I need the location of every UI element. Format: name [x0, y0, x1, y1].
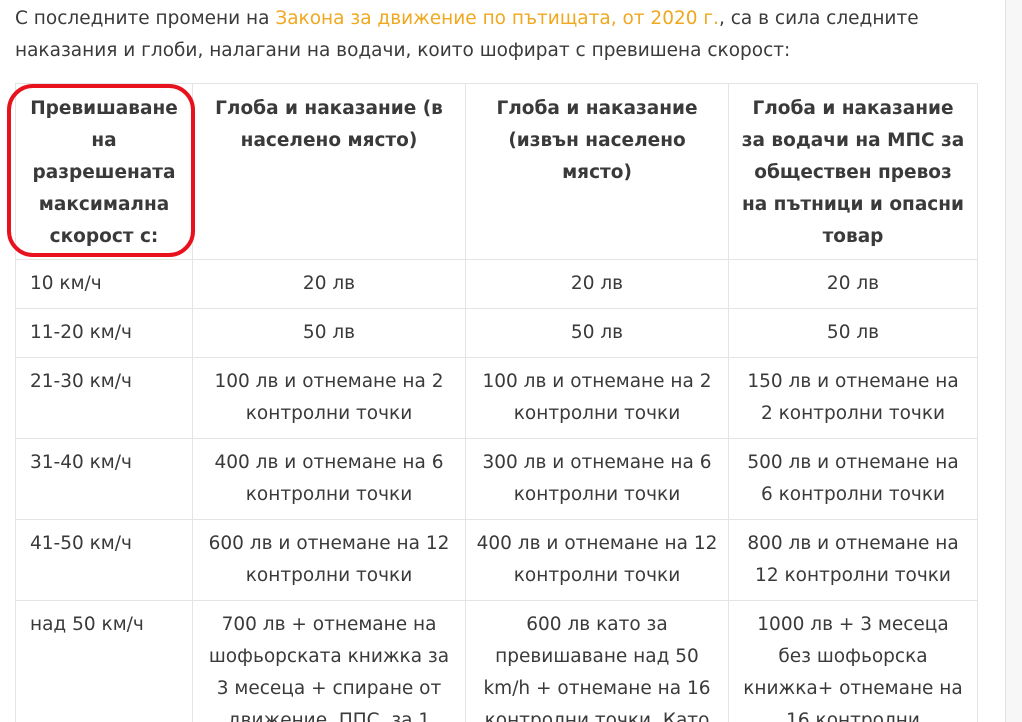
cell-rural: 20 лв	[465, 259, 729, 309]
table-row: 11-20 км/ч 50 лв 50 лв 50 лв	[15, 308, 978, 358]
page-scrollbar[interactable]	[1005, 0, 1022, 722]
header-urban-fine: Глоба и наказание (в населено място)	[192, 83, 466, 260]
cell-urban: 100 лв и отнемане на 2 контролни точки	[192, 357, 466, 439]
cell-speed: 21-30 км/ч	[15, 357, 193, 439]
cell-public: 1000 лв + 3 месеца без шофьорска книжка+…	[728, 600, 978, 722]
cell-rural: 100 лв и отнемане на 2 контролни точки	[465, 357, 729, 439]
cell-rural: 300 лв и отнемане на 6 контролни точки	[465, 438, 729, 520]
cell-public: 20 лв	[728, 259, 978, 309]
header-rural-fine: Глоба и наказание (извън населено място)	[465, 83, 729, 260]
cell-urban: 400 лв и отнемане на 6 контролни точки	[192, 438, 466, 520]
cell-public: 500 лв и отнемане на 6 контролни точки	[728, 438, 978, 520]
speeding-fines-table: Превишаване на разрешената максимална ск…	[15, 83, 978, 722]
cell-urban: 50 лв	[192, 308, 466, 358]
table-header-row: Превишаване на разрешената максимална ск…	[15, 83, 978, 260]
table-row: над 50 км/ч 700 лв + отнемане на шофьорс…	[15, 600, 978, 722]
cell-rural: 600 лв като за превишаване над 50 km/h +…	[465, 600, 729, 722]
table-row: 21-30 км/ч 100 лв и отнемане на 2 контро…	[15, 357, 978, 439]
cell-public: 50 лв	[728, 308, 978, 358]
table-row: 41-50 км/ч 600 лв и отнемане на 12 контр…	[15, 519, 978, 601]
intro-text-before: С последните промени на	[15, 8, 276, 29]
cell-speed: 10 км/ч	[15, 259, 193, 309]
header-speed-excess: Превишаване на разрешената максимална ск…	[15, 83, 193, 260]
cell-speed: 31-40 км/ч	[15, 438, 193, 520]
cell-rural: 400 лв и отнемане на 12 контролни точки	[465, 519, 729, 601]
intro-paragraph: С последните промени на Закона за движен…	[15, 3, 995, 67]
cell-speed: 41-50 км/ч	[15, 519, 193, 601]
cell-rural: 50 лв	[465, 308, 729, 358]
cell-urban: 600 лв и отнемане на 12 контролни точки	[192, 519, 466, 601]
cell-public: 150 лв и отнемане на 2 контролни точки	[728, 357, 978, 439]
cell-speed: над 50 км/ч	[15, 600, 193, 722]
cell-urban: 20 лв	[192, 259, 466, 309]
traffic-law-link[interactable]: Закона за движение по пътищата, от 2020 …	[275, 8, 719, 29]
cell-urban: 700 лв + отнемане на шофьорската книжка …	[192, 600, 466, 722]
table-row: 31-40 км/ч 400 лв и отнемане на 6 контро…	[15, 438, 978, 520]
table-row: 10 км/ч 20 лв 20 лв 20 лв	[15, 259, 978, 309]
header-public-transport-fine: Глоба и наказание за водачи на МПС за об…	[728, 83, 978, 260]
cell-public: 800 лв и отнемане на 12 контролни точки	[728, 519, 978, 601]
cell-speed: 11-20 км/ч	[15, 308, 193, 358]
